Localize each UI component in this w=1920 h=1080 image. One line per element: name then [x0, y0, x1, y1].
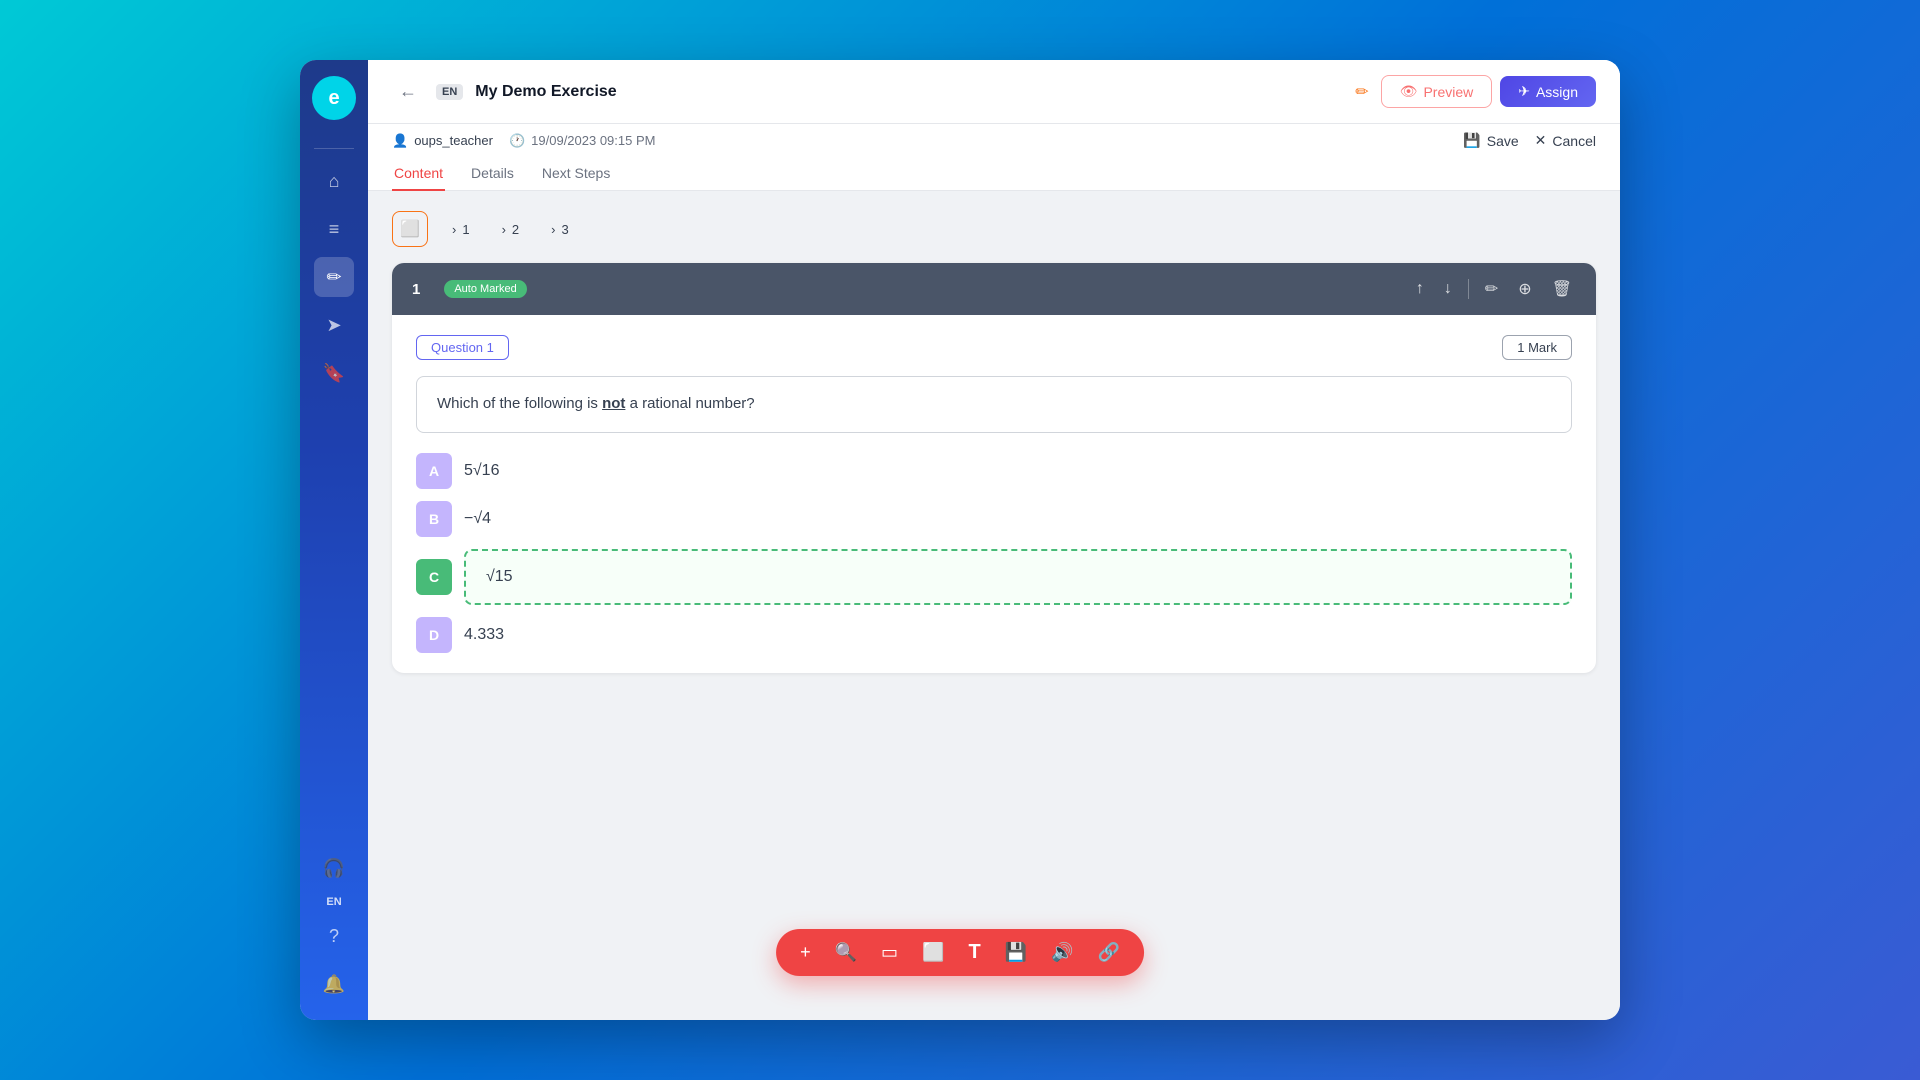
- search-icon[interactable]: 🔍: [835, 942, 857, 963]
- edit-title-icon[interactable]: ✏: [1355, 82, 1368, 102]
- page-layout-button[interactable]: ⬜: [392, 211, 428, 247]
- app-logo: e: [312, 76, 356, 120]
- move-up-icon[interactable]: ↑: [1412, 276, 1428, 302]
- meta-actions: 💾 Save ✕ Cancel: [1463, 132, 1596, 149]
- rectangle-icon[interactable]: ▭: [881, 942, 898, 963]
- main-content: ← EN My Demo Exercise ✏ 👁 Preview ✈ Assi…: [368, 60, 1620, 1020]
- option-c-text-box[interactable]: √15: [464, 549, 1572, 605]
- options-list: A 5√16 B −√4 C √15: [416, 453, 1572, 653]
- tab-details[interactable]: Details: [469, 157, 516, 191]
- audio-icon[interactable]: 🔊: [1051, 942, 1073, 963]
- sidebar: e ⌂ ≡ ✏ ➤ 🔖 🎧 EN ? 🔔: [300, 60, 368, 1020]
- sidebar-item-send[interactable]: ➤: [314, 305, 354, 345]
- user-icon: 👤: [392, 133, 408, 149]
- action-separator: [1468, 279, 1469, 299]
- meta-left: 👤 oups_teacher 🕐 19/09/2023 09:15 PM: [392, 133, 655, 149]
- not-text: not: [602, 395, 625, 412]
- page-toolbar: ⬜ › 1 › 2 › 3: [392, 207, 1596, 251]
- mark-badge: 1 Mark: [1502, 335, 1572, 360]
- tab-next-steps[interactable]: Next Steps: [540, 157, 612, 191]
- question-body: Question 1 1 Mark Which of the following…: [392, 315, 1596, 673]
- meta-time: 🕐 19/09/2023 09:15 PM: [509, 133, 656, 149]
- sidebar-item-bell[interactable]: 🔔: [314, 964, 354, 1004]
- option-c: C √15: [416, 549, 1572, 605]
- back-button[interactable]: ←: [392, 76, 424, 108]
- assign-icon: ✈: [1518, 83, 1530, 100]
- sidebar-divider: [314, 148, 354, 149]
- sidebar-lang: EN: [326, 896, 341, 908]
- option-b-letter: B: [416, 501, 452, 537]
- link-icon[interactable]: 🔗: [1098, 942, 1120, 963]
- page-2-arrow: ›: [502, 222, 506, 237]
- sidebar-item-home[interactable]: ⌂: [314, 161, 354, 201]
- option-b-text: −√4: [464, 510, 491, 528]
- move-down-icon[interactable]: ↓: [1440, 276, 1456, 302]
- meta-row: 👤 oups_teacher 🕐 19/09/2023 09:15 PM 💾 S…: [392, 132, 1596, 157]
- time-icon: 🕐: [509, 133, 525, 149]
- sidebar-item-edit[interactable]: ✏: [314, 257, 354, 297]
- option-a: A 5√16: [416, 453, 1572, 489]
- meta-user: 👤 oups_teacher: [392, 133, 493, 149]
- auto-marked-badge: Auto Marked: [444, 280, 526, 298]
- page-1-button[interactable]: › 1: [444, 218, 478, 241]
- add-icon[interactable]: +: [800, 942, 811, 963]
- tabs: Content Details Next Steps: [392, 157, 1596, 190]
- header-actions: 👁 Preview ✈ Assign: [1381, 75, 1596, 108]
- content-area: ⬜ › 1 › 2 › 3 1 Auto: [368, 191, 1620, 1020]
- option-d-text: 4.333: [464, 626, 504, 644]
- cancel-icon: ✕: [1535, 132, 1547, 149]
- lang-badge: EN: [436, 84, 463, 100]
- question-text: Which of the following is not a rational…: [416, 376, 1572, 433]
- option-a-text: 5√16: [464, 462, 499, 480]
- option-d: D 4.333: [416, 617, 1572, 653]
- page-3-arrow: ›: [551, 222, 555, 237]
- question-number: 1: [412, 281, 420, 298]
- page-1-arrow: ›: [452, 222, 456, 237]
- preview-button[interactable]: 👁 Preview: [1381, 75, 1493, 108]
- question-card: 1 Auto Marked ↑ ↓ ✏ ⊕ 🗑 Question 1: [392, 263, 1596, 673]
- save-toolbar-icon[interactable]: 💾: [1005, 942, 1027, 963]
- assign-button[interactable]: ✈ Assign: [1500, 76, 1596, 107]
- option-d-letter: D: [416, 617, 452, 653]
- floating-toolbar: + 🔍 ▭ ⬜ T 💾 🔊 🔗: [776, 929, 1144, 976]
- option-c-letter: C: [416, 559, 452, 595]
- page-3-button[interactable]: › 3: [543, 218, 577, 241]
- question-header: 1 Auto Marked ↑ ↓ ✏ ⊕ 🗑: [392, 263, 1596, 315]
- sidebar-item-help[interactable]: ?: [314, 916, 354, 956]
- preview-icon: 👁: [1400, 83, 1418, 100]
- page-2-button[interactable]: › 2: [494, 218, 528, 241]
- question-meta: Question 1 1 Mark: [416, 335, 1572, 360]
- text-icon[interactable]: T: [968, 941, 980, 964]
- sidebar-item-library[interactable]: ≡: [314, 209, 354, 249]
- sidebar-item-headset[interactable]: 🎧: [314, 848, 354, 888]
- exercise-title: My Demo Exercise: [475, 83, 1343, 101]
- option-c-text: √15: [486, 568, 513, 586]
- screen-icon[interactable]: ⬜: [922, 942, 944, 963]
- question-header-actions: ↑ ↓ ✏ ⊕ 🗑: [1412, 275, 1576, 303]
- save-icon: 💾: [1463, 132, 1480, 149]
- header: ← EN My Demo Exercise ✏ 👁 Preview ✈ Assi…: [368, 60, 1620, 124]
- tab-content[interactable]: Content: [392, 157, 445, 191]
- question-label: Question 1: [416, 335, 509, 360]
- add-question-icon[interactable]: ⊕: [1514, 275, 1535, 303]
- option-a-letter: A: [416, 453, 452, 489]
- sidebar-item-bookmark[interactable]: 🔖: [314, 353, 354, 393]
- option-b: B −√4: [416, 501, 1572, 537]
- edit-question-icon[interactable]: ✏: [1481, 275, 1502, 303]
- cancel-button[interactable]: ✕ Cancel: [1535, 132, 1596, 149]
- save-button[interactable]: 💾 Save: [1463, 132, 1518, 149]
- sub-header: 👤 oups_teacher 🕐 19/09/2023 09:15 PM 💾 S…: [368, 124, 1620, 191]
- delete-question-icon[interactable]: 🗑: [1548, 275, 1576, 303]
